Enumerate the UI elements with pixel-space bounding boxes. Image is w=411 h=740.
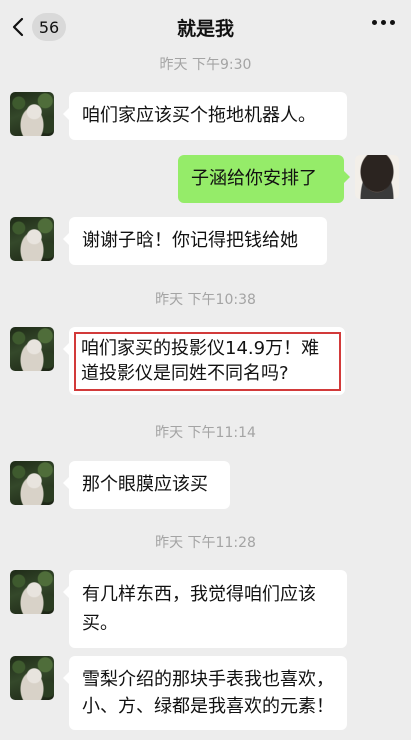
contact-avatar[interactable] — [10, 92, 54, 136]
message-bubble[interactable]: 雪梨介绍的那块手表我也喜欢，小、方、绿都是我喜欢的元素！ — [63, 656, 347, 730]
own-avatar[interactable] — [355, 155, 399, 199]
timestamp: 昨天 下午11:28 — [155, 535, 256, 551]
contact-avatar[interactable] — [10, 217, 54, 261]
contact-avatar[interactable] — [10, 327, 54, 371]
contact-avatar[interactable] — [10, 656, 54, 700]
message-bubble-own[interactable]: 子涵给你安排了 — [178, 155, 350, 203]
message-bubble-highlighted[interactable]: 咱们家买的投影仪14.9万！难道投影仪是同姓不同名吗? — [63, 327, 345, 395]
timestamp: 昨天 下午9:30 — [159, 57, 252, 73]
message-bubble[interactable]: 那个眼膜应该买 — [63, 461, 230, 509]
timestamp: 昨天 下午11:14 — [155, 425, 256, 441]
message-bubble[interactable]: 谢谢子晗！你记得把钱给她 — [63, 217, 327, 265]
more-dots-icon[interactable] — [372, 20, 395, 25]
message-bubble[interactable]: 咱们家应该买个拖地机器人。 — [63, 92, 347, 140]
timestamp: 昨天 下午10:38 — [155, 292, 256, 308]
chat-header: 56 就是我 — [0, 0, 411, 52]
chat-title: 就是我 — [176, 18, 234, 40]
contact-avatar[interactable] — [10, 570, 54, 614]
contact-avatar[interactable] — [10, 461, 54, 505]
message-bubble[interactable]: 有几样东西，我觉得咱们应该买。 — [63, 570, 347, 648]
